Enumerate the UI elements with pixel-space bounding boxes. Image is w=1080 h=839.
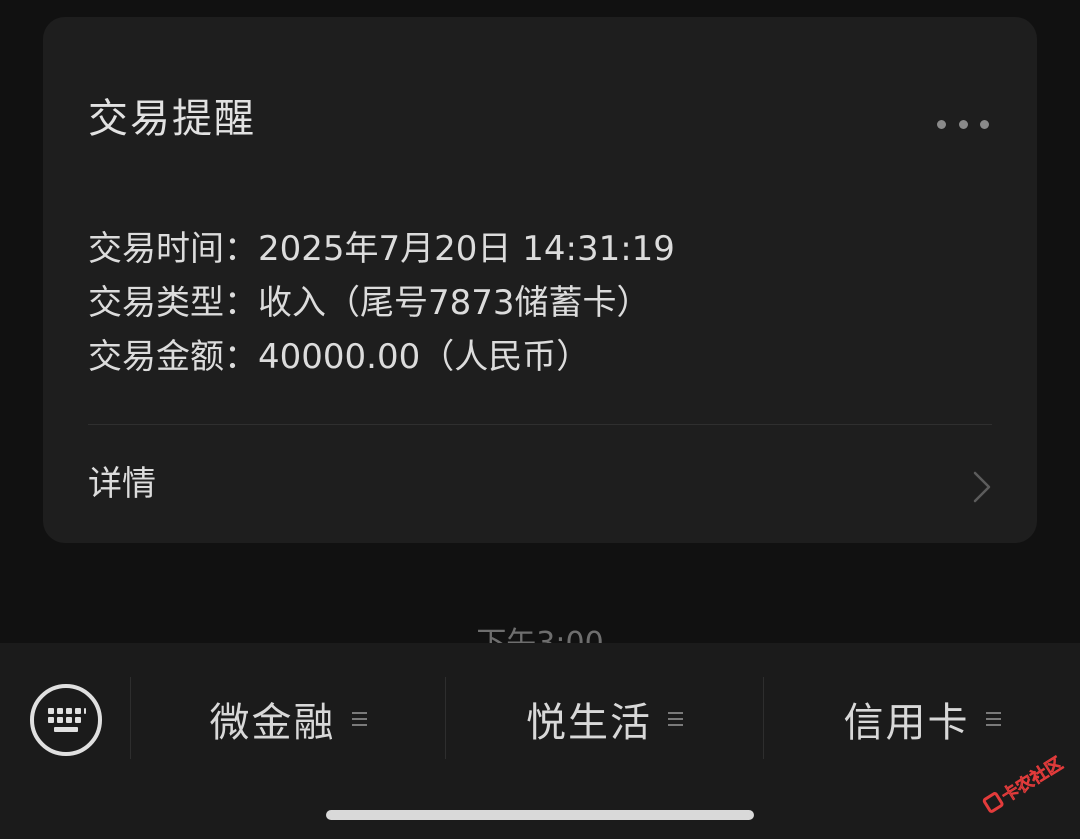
chat-screen: 交易提醒 交易时间： 2025年7月20日 14:31:19 交易类型： 收入（…: [0, 0, 1080, 839]
keyboard-icon[interactable]: [29, 683, 103, 757]
menu-item-label: 信用卡: [843, 700, 970, 746]
info-row-time: 交易时间： 2025年7月20日 14:31:19: [88, 222, 675, 276]
menu-item-joyful-life[interactable]: 悦生活: [446, 673, 763, 765]
menu-lines-icon: [668, 712, 683, 726]
details-link[interactable]: 详情: [43, 425, 1037, 543]
menu-lines-icon: [985, 712, 1001, 726]
more-horizontal-icon: [937, 119, 946, 129]
menu-item-label: 微金融: [209, 700, 336, 746]
chevron-right-icon: [973, 471, 991, 503]
info-value: 40000.00（人民币）: [258, 337, 591, 377]
card-title: 交易提醒: [88, 96, 256, 142]
info-row-type: 交易类型： 收入（尾号7873储蓄卡）: [88, 276, 675, 330]
home-indicator[interactable]: [326, 810, 754, 820]
info-value: 2025年7月20日 14:31:19: [258, 229, 675, 269]
more-horizontal-icon: [980, 119, 989, 129]
info-label: 交易金额：: [88, 337, 258, 377]
menu-item-wei-finance[interactable]: 微金融: [131, 673, 445, 765]
details-label: 详情: [88, 464, 156, 504]
menu-item-label: 悦生活: [526, 700, 652, 746]
transaction-alert-card: 交易提醒 交易时间： 2025年7月20日 14:31:19 交易类型： 收入（…: [43, 17, 1037, 543]
message-timestamp: 下午3:00: [0, 622, 1080, 643]
more-horizontal-icon: [958, 119, 968, 129]
transaction-info: 交易时间： 2025年7月20日 14:31:19 交易类型： 收入（尾号787…: [88, 222, 675, 384]
info-label: 交易时间：: [88, 229, 258, 269]
info-row-amount: 交易金额： 40000.00（人民币）: [88, 330, 675, 384]
more-button[interactable]: [937, 115, 989, 133]
watermark-text: 卡农社区: [998, 754, 1066, 807]
watermark-logo: 卡农社区: [982, 753, 1067, 813]
info-label: 交易类型：: [88, 283, 258, 323]
menu-lines-icon: [351, 712, 367, 726]
info-value: 收入（尾号7873储蓄卡）: [258, 283, 651, 323]
